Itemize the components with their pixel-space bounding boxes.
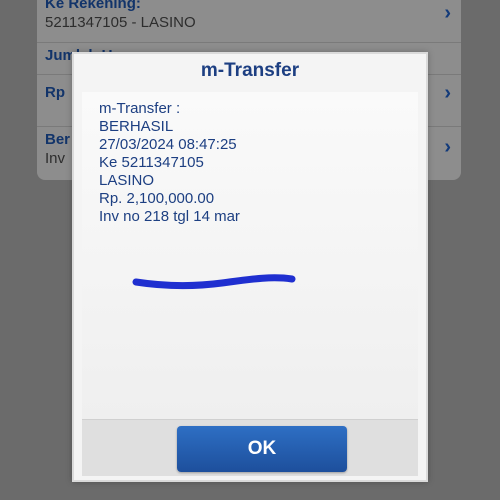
message-line: Rp. 2,100,000.00 (99, 190, 215, 207)
transfer-result-dialog: m-Transfer m-Transfer : BERHASIL 27/03/2… (72, 52, 428, 482)
redaction-scribble (132, 274, 296, 290)
row-label: Ber (45, 131, 71, 148)
message-line: 27/03/2024 08:47:25 (99, 136, 237, 153)
message-line: LASINO (99, 172, 155, 189)
row-ke-rekening[interactable]: Ke Rekening: 5211347105 - LASINO › (37, 0, 461, 43)
message-line: BERHASIL (99, 118, 174, 135)
row-value: Inv (45, 150, 66, 167)
button-bar: OK (82, 419, 418, 476)
chevron-right-icon: › (444, 2, 451, 24)
message-area: m-Transfer : BERHASIL 27/03/2024 08:47:2… (82, 92, 418, 476)
message-line: m-Transfer : (99, 100, 181, 117)
row-label: Rp (45, 84, 65, 101)
row-value: 5211347105 - LASINO (45, 14, 196, 31)
message-text: m-Transfer : BERHASIL 27/03/2024 08:47:2… (99, 100, 240, 226)
chevron-right-icon: › (444, 136, 451, 158)
message-line: Inv no 218 tgl 14 mar (99, 208, 240, 225)
message-line: Ke 5211347105 (99, 154, 204, 171)
ok-button[interactable]: OK (177, 426, 347, 472)
chevron-right-icon: › (444, 82, 451, 104)
dialog-title: m-Transfer (200, 60, 300, 81)
row-label: Ke Rekening: (45, 0, 141, 12)
